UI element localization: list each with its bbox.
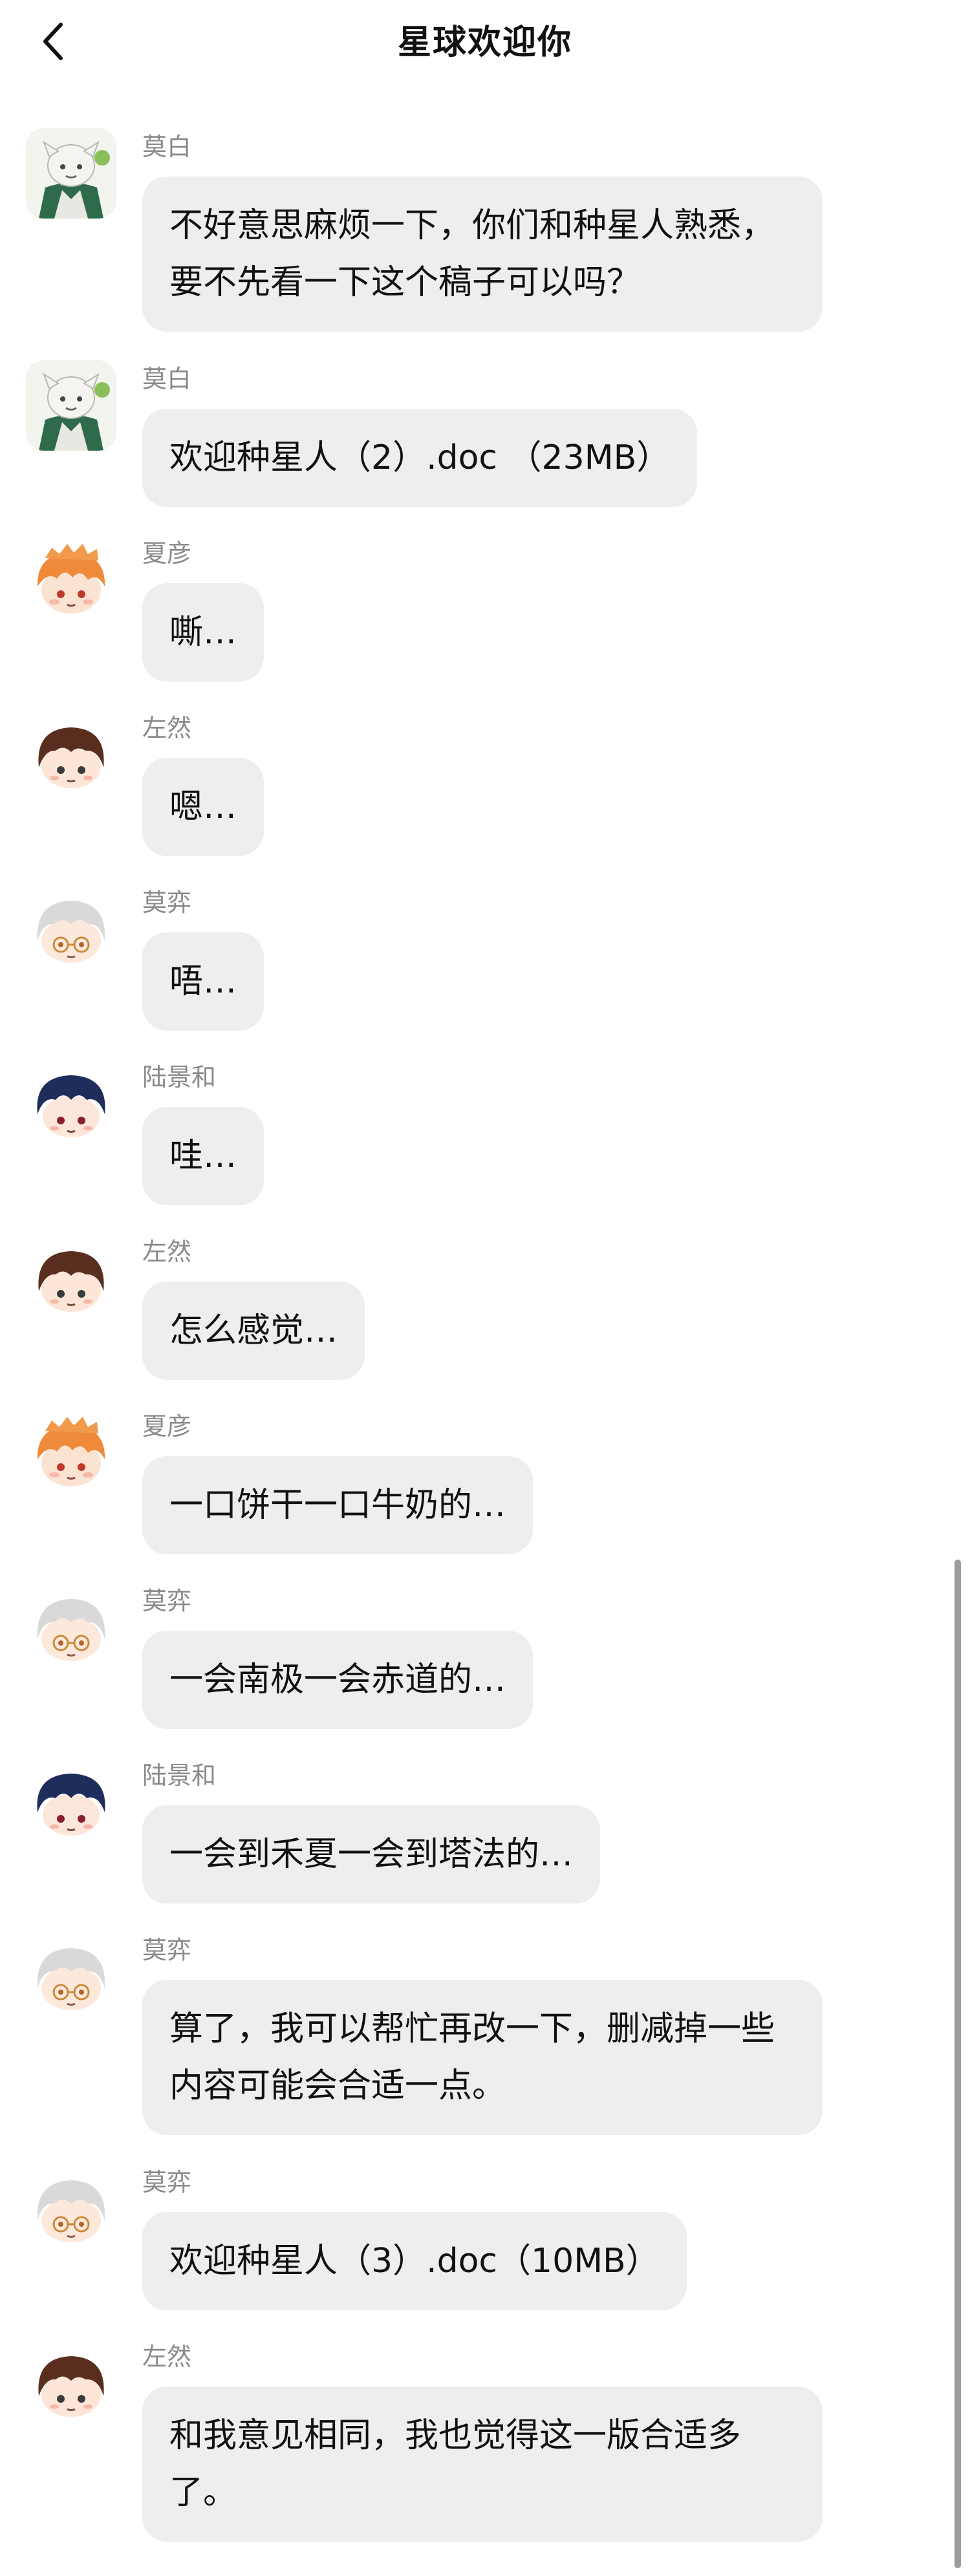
avatar-zuoran-image	[26, 1233, 116, 1324]
sender-name: 陆景和	[142, 1761, 217, 1790]
avatar-moyi[interactable]	[26, 2163, 116, 2254]
avatar-zuoran-image	[26, 709, 116, 800]
avatar-mobai-image	[26, 360, 116, 451]
sender-name: 莫弈	[142, 1936, 192, 1964]
avatar-moyi[interactable]	[26, 1582, 116, 1673]
message-bubble[interactable]: 哇…	[142, 1107, 264, 1205]
avatar-mobai-image	[26, 128, 116, 219]
scrollbar[interactable]	[954, 1560, 961, 2568]
message-bubble[interactable]: 唔…	[142, 932, 264, 1031]
avatar-zuoran[interactable]	[26, 1233, 116, 1324]
message-bubble[interactable]: 一会南极一会赤道的…	[142, 1631, 534, 1729]
avatar-xiayan[interactable]	[26, 1408, 116, 1498]
avatar-zuoran[interactable]	[26, 709, 116, 800]
file-attachment-bubble[interactable]: 欢迎种星人（3）.doc（10MB）	[142, 2212, 687, 2310]
avatar-mobai[interactable]	[26, 360, 116, 451]
avatar-xiayan-image	[26, 535, 116, 625]
sender-name: 左然	[142, 714, 192, 742]
avatar-moyi-image	[26, 1931, 116, 2022]
sender-name: 莫弈	[142, 2168, 192, 2196]
message-list[interactable]: 莫白 不好意思麻烦一下，你们和种星人熟悉，要不先看一下这个稿子可以吗？ 莫白 欢…	[0, 0, 970, 2576]
avatar-lujinghe-image	[26, 1757, 116, 1847]
message-bubble[interactable]: 嗯…	[142, 758, 264, 856]
avatar-xiayan-image	[26, 1408, 116, 1498]
avatar-xiayan[interactable]	[26, 535, 116, 625]
avatar-zuoran-image	[26, 2338, 116, 2429]
message-bubble[interactable]: 怎么感觉…	[142, 1282, 365, 1380]
avatar-moyi-image	[26, 884, 116, 974]
sender-name: 莫弈	[142, 1587, 192, 1615]
sender-name: 左然	[142, 2343, 192, 2371]
sender-name: 莫白	[142, 133, 192, 161]
message-bubble[interactable]: 和我意见相同，我也觉得这一版合适多了。	[142, 2387, 823, 2542]
avatar-moyi-image	[26, 2163, 116, 2254]
sender-name: 夏彦	[142, 1412, 192, 1441]
message-bubble[interactable]: 一会到禾夏一会到塔法的…	[142, 1805, 601, 1904]
sender-name: 莫白	[142, 365, 192, 393]
avatar-zuoran[interactable]	[26, 2338, 116, 2429]
avatar-moyi[interactable]	[26, 1931, 116, 2022]
sender-name: 陆景和	[142, 1063, 217, 1091]
avatar-moyi[interactable]	[26, 884, 116, 974]
message-bubble[interactable]: 一口饼干一口牛奶的…	[142, 1456, 534, 1554]
message-bubble[interactable]: 不好意思麻烦一下，你们和种星人熟悉，要不先看一下这个稿子可以吗？	[142, 177, 823, 332]
avatar-mobai[interactable]	[26, 128, 116, 219]
message-bubble[interactable]: 算了，我可以帮忙再改一下，删减掉一些内容可能会合适一点。	[142, 1980, 823, 2135]
sender-name: 莫弈	[142, 888, 192, 917]
avatar-lujinghe-image	[26, 1058, 116, 1149]
avatar-moyi-image	[26, 1582, 116, 1673]
file-attachment-bubble[interactable]: 欢迎种星人（2）.doc （23MB）	[142, 409, 698, 507]
sender-name: 夏彦	[142, 539, 192, 568]
message-bubble[interactable]: 嘶…	[142, 583, 264, 682]
sender-name: 左然	[142, 1238, 192, 1266]
avatar-lujinghe[interactable]	[26, 1058, 116, 1149]
avatar-lujinghe[interactable]	[26, 1757, 116, 1847]
